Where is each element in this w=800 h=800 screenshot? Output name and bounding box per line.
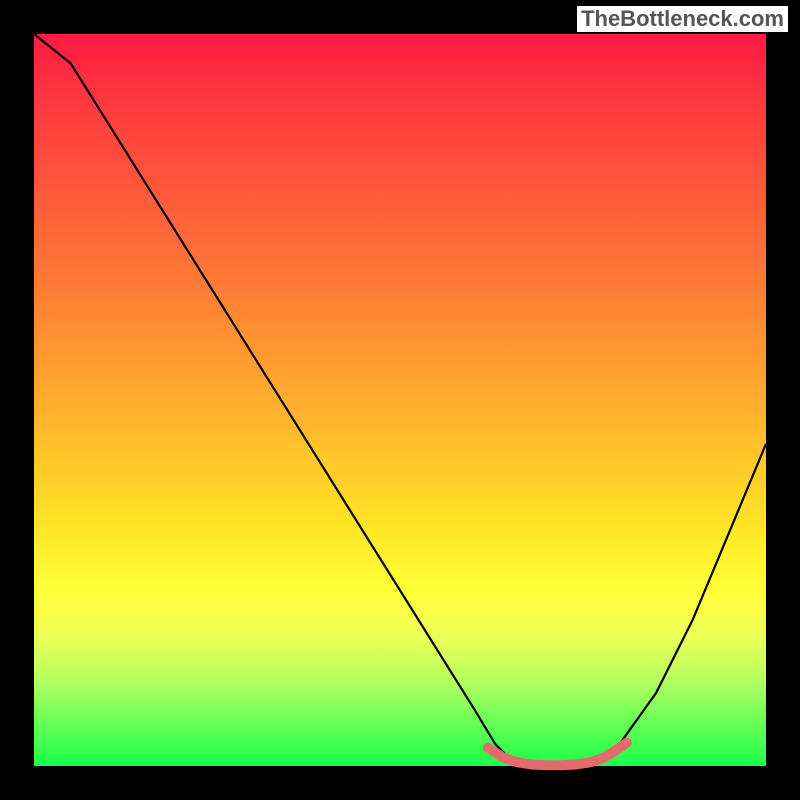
highlight-segment-path [488,743,627,766]
chart-container: TheBottleneck.com [0,0,800,800]
plot-area [34,34,766,766]
bottleneck-curve-path [34,34,766,766]
watermark-text: TheBottleneck.com [577,6,788,32]
curve-svg [34,34,766,766]
